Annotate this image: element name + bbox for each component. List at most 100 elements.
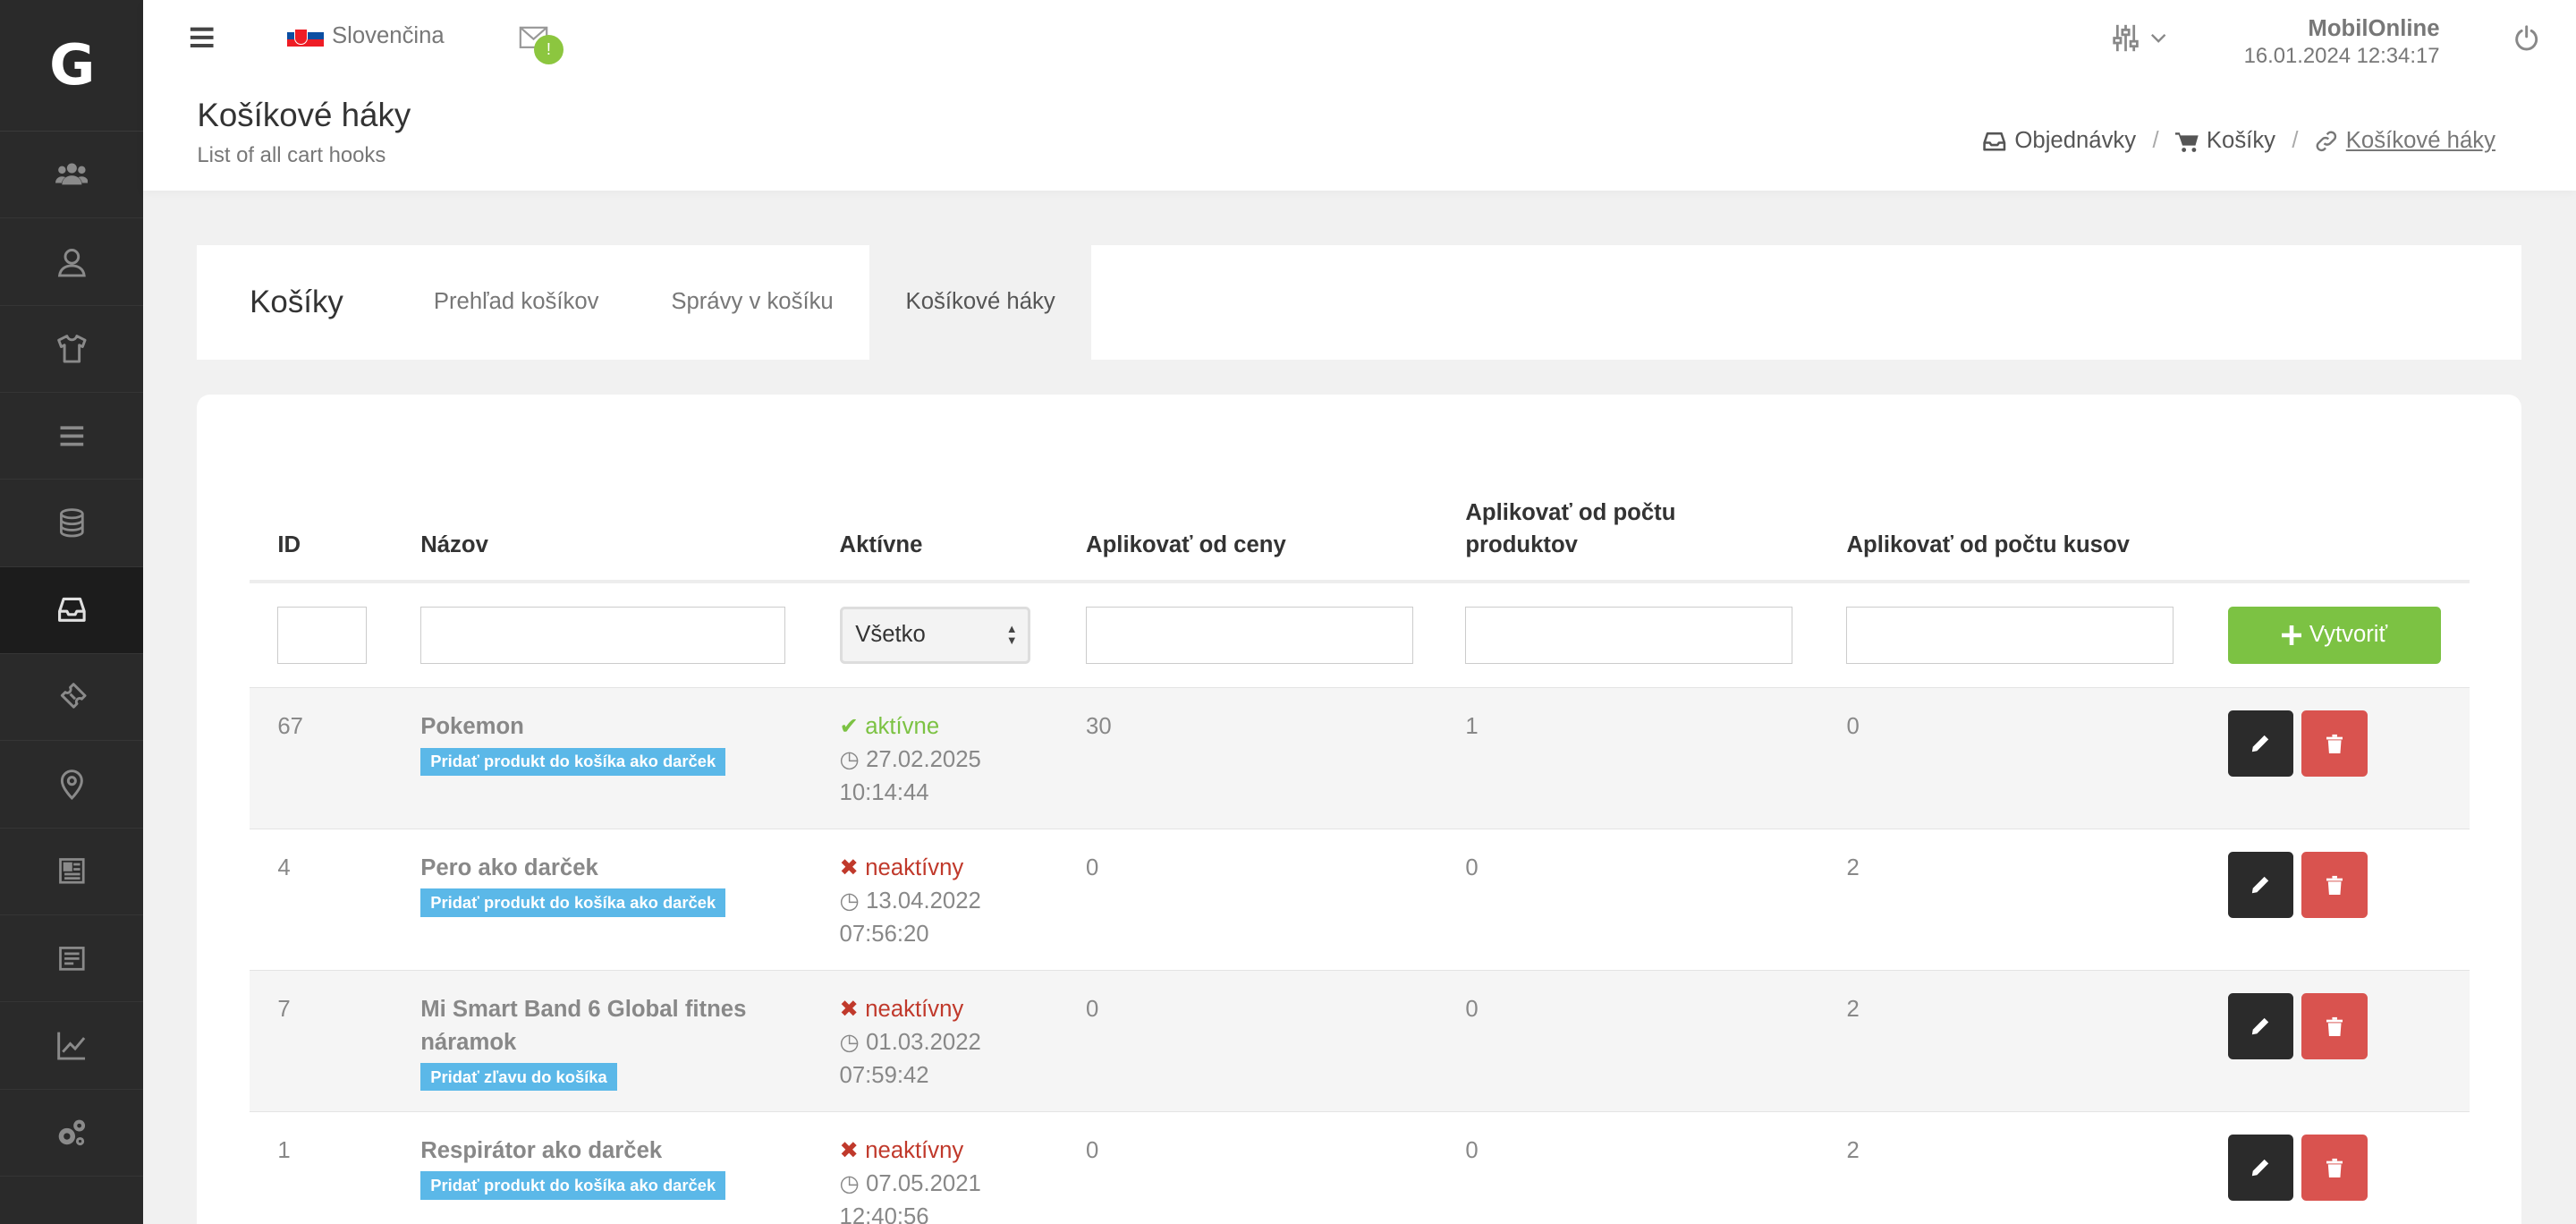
cell-product-count: 0 [1465, 997, 1479, 1023]
tab-cart-hooks[interactable]: Košíkové háky [869, 244, 1092, 361]
column-header-active[interactable]: Aktívne [840, 529, 923, 562]
sidebar-item-settings[interactable] [0, 1090, 143, 1177]
logo[interactable]: G [0, 0, 143, 132]
cell-name: Pokemon Pridať produkt do košíka ako dar… [420, 710, 782, 776]
filter-id-input[interactable] [277, 606, 367, 665]
clock-icon: ◷ [839, 1171, 860, 1197]
cell-price: 0 [1086, 1138, 1099, 1164]
delete-button[interactable] [2301, 993, 2368, 1059]
trash-icon [2326, 1158, 2343, 1178]
hook-name[interactable]: Pokemon [420, 710, 782, 744]
hamburger-menu-icon[interactable] [189, 26, 215, 49]
tshirt-icon [56, 335, 87, 363]
power-icon[interactable] [2513, 24, 2539, 51]
column-header-id[interactable]: ID [277, 529, 301, 562]
delete-button[interactable] [2301, 710, 2368, 777]
breadcrumb-separator: / [2152, 128, 2159, 154]
cell-product-count: 1 [1465, 714, 1479, 740]
user-icon [57, 249, 86, 277]
filter-price-input[interactable] [1086, 606, 1413, 665]
filter-piece-count-input[interactable] [1846, 606, 2174, 665]
sidebar: G [0, 0, 143, 1224]
cell-price: 30 [1086, 714, 1112, 740]
create-button-label: Vytvoriť [2309, 622, 2388, 648]
slovak-flag-icon [287, 25, 324, 47]
column-header-price[interactable]: Aplikovať od ceny [1086, 529, 1286, 562]
column-header-piece-count[interactable]: Aplikovať od počtu kusov [1846, 529, 2130, 562]
pencil-icon [2252, 876, 2269, 894]
date-value: 01.03.2022 [866, 1030, 981, 1056]
sidebar-item-database[interactable] [0, 480, 143, 567]
status-date: ◷ 07.05.2021 [840, 1168, 981, 1201]
status-date: ◷ 01.03.2022 [840, 1026, 981, 1059]
sidebar-item-news[interactable] [0, 829, 143, 916]
column-header-product-count[interactable]: Aplikovať od počtu produktov [1465, 497, 1728, 562]
filter-active-select[interactable]: Všetko ▲ ▼ [839, 606, 1030, 665]
trash-icon [2326, 1016, 2343, 1037]
filter-product-count-input[interactable] [1465, 606, 1792, 665]
filter-name-input[interactable] [420, 606, 785, 665]
hook-name[interactable]: Mi Smart Band 6 Global fitnes náramok [420, 993, 782, 1058]
top-header: Slovenčina ! MobilOnline 16.01.2024 12:3… [142, 0, 2576, 191]
tab-cart-messages[interactable]: Správy v košíku [635, 245, 869, 361]
ticket-icon [60, 682, 87, 709]
hook-type-badge: Pridať produkt do košíka ako darček [420, 1171, 726, 1200]
column-header-name[interactable]: Názov [420, 529, 488, 562]
sidebar-item-lists[interactable] [0, 393, 143, 480]
chevron-down-icon [2151, 33, 2166, 43]
breadcrumb-cart-hooks[interactable]: Košíkové háky [2315, 128, 2496, 154]
sidebar-item-users[interactable] [0, 132, 143, 219]
sidebar-item-orders[interactable] [0, 566, 143, 654]
language-selector[interactable]: Slovenčina [287, 23, 445, 49]
document-icon [58, 946, 85, 971]
map-marker-icon [60, 769, 83, 801]
hook-type-badge: Pridať produkt do košíka ako darček [420, 888, 726, 917]
cell-price: 0 [1086, 855, 1099, 881]
notification-badge[interactable]: ! [533, 34, 564, 64]
hook-name[interactable]: Respirátor ako darček [420, 1135, 782, 1168]
edit-button[interactable] [2227, 710, 2293, 777]
sidebar-item-products[interactable] [0, 306, 143, 393]
settings-dropdown[interactable] [2111, 23, 2166, 53]
breadcrumb-carts[interactable]: Košíky [2175, 128, 2275, 154]
edit-button[interactable] [2227, 852, 2293, 918]
cell-active: ✔ aktívne ◷ 27.02.2025 10:14:44 [840, 710, 981, 809]
breadcrumb-label: Objednávky [2014, 128, 2137, 154]
breadcrumb-orders[interactable]: Objednávky [1982, 128, 2136, 154]
sidebar-item-user[interactable] [0, 218, 143, 306]
status-time: 12:40:56 [839, 1203, 929, 1224]
sidebar-item-statistics[interactable] [0, 1002, 143, 1090]
edit-button[interactable] [2227, 993, 2293, 1059]
delete-button[interactable] [2301, 852, 2368, 918]
table-row[interactable]: 7 Mi Smart Band 6 Global fitnes náramok … [250, 969, 2470, 1111]
users-icon [55, 163, 89, 185]
sidebar-item-vouchers[interactable] [0, 654, 143, 742]
clock-icon: ◷ [839, 1030, 860, 1056]
tab-cart-overview[interactable]: Prehľad košíkov [397, 245, 634, 361]
status-time: 10:14:44 [839, 779, 929, 805]
page-subtitle: List of all cart hooks [197, 142, 386, 167]
table-row[interactable]: 1 Respirátor ako darček Pridať produkt d… [250, 1110, 2470, 1224]
hook-name[interactable]: Pero ako darček [420, 852, 782, 885]
select-arrows-icon: ▲ ▼ [1005, 622, 1018, 648]
status-label: neaktívny [865, 997, 964, 1023]
chart-icon [56, 1032, 85, 1060]
table-row[interactable]: 67 Pokemon Pridať produkt do košíka ako … [250, 686, 2470, 829]
page-title: Košíkové háky [197, 97, 411, 134]
delete-button[interactable] [2301, 1135, 2368, 1201]
section-title: Košíky [250, 284, 343, 319]
status-time: 07:56:20 [839, 921, 929, 947]
table-row[interactable]: 4 Pero ako darček Pridať produkt do koší… [250, 828, 2470, 970]
check-icon: ✔ [839, 714, 860, 740]
pencil-icon [2252, 1159, 2269, 1177]
database-icon [59, 508, 84, 538]
sidebar-item-pages[interactable] [0, 915, 143, 1003]
status-label: neaktívny [865, 855, 964, 881]
sidebar-item-locations[interactable] [0, 741, 143, 829]
status-inactive: ✖ neaktívny [840, 1135, 981, 1168]
create-button[interactable]: Vytvoriť [2227, 606, 2442, 665]
cell-product-count: 0 [1465, 1138, 1479, 1164]
edit-button[interactable] [2227, 1135, 2293, 1201]
cross-icon: ✖ [839, 855, 860, 881]
cell-price: 0 [1086, 997, 1099, 1023]
